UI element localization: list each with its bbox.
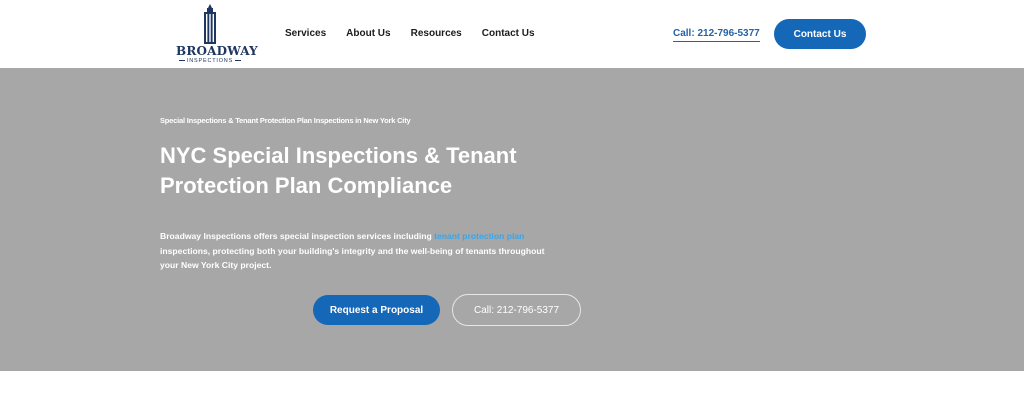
- hero-headline: NYC Special Inspections & Tenant Protect…: [160, 143, 517, 198]
- header-call-link[interactable]: Call: 212-796-5377: [673, 28, 760, 42]
- hero-description: Broadway Inspections offers special insp…: [160, 229, 545, 273]
- brand-logo[interactable]: BROADWAY INSPECTIONS: [176, 4, 258, 64]
- request-proposal-button[interactable]: Request a Proposal: [313, 295, 440, 325]
- nav-item-resources[interactable]: Resources: [411, 28, 462, 39]
- tenant-protection-plan-link[interactable]: tenant protection plan: [434, 231, 524, 241]
- page-below-hero: [0, 371, 1024, 410]
- site-header: BROADWAY INSPECTIONS Services About Us R…: [0, 0, 1024, 68]
- contact-us-button[interactable]: Contact Us: [774, 19, 866, 49]
- hero-description-text-start: Broadway Inspections offers special insp…: [160, 231, 435, 241]
- nav-item-services[interactable]: Services: [285, 28, 326, 39]
- nav-item-about-us[interactable]: About Us: [346, 28, 390, 39]
- brand-name: BROADWAY: [176, 44, 258, 58]
- nav-item-contact-us[interactable]: Contact Us: [482, 28, 535, 39]
- hero-call-button[interactable]: Call: 212-796-5377: [452, 294, 581, 326]
- hero-description-text-end: inspections, protecting both your buildi…: [160, 245, 545, 271]
- brand-subtitle: INSPECTIONS: [176, 58, 244, 64]
- main-nav: Services About Us Resources Contact Us: [285, 28, 555, 39]
- building-logo-icon: [204, 4, 216, 44]
- hero-eyebrow: Special Inspections & Tenant Protection …: [160, 116, 411, 125]
